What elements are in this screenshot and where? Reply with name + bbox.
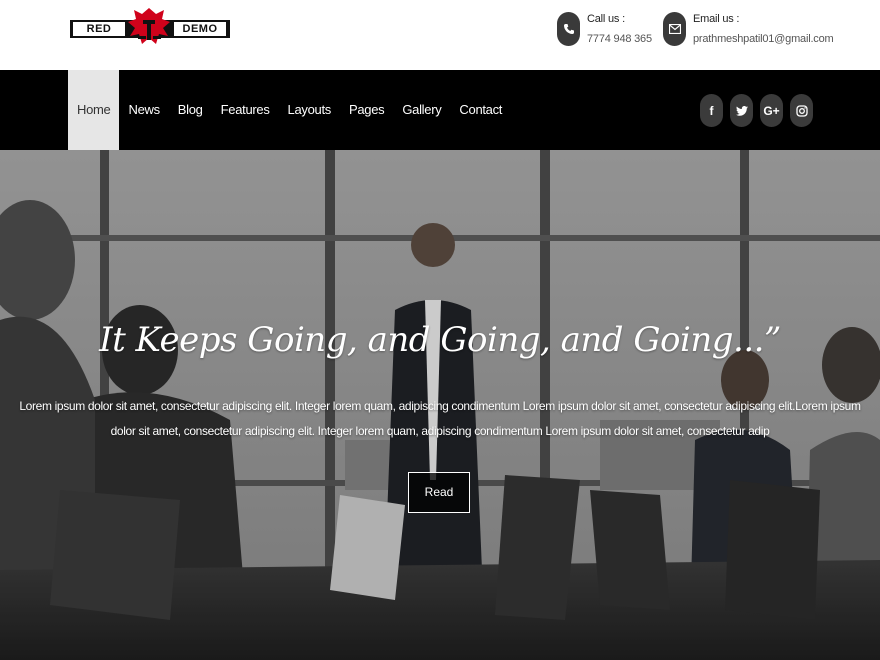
- read-button[interactable]: Read: [408, 472, 470, 513]
- hero-title: It Keeps Going, and Going, and Going...”: [99, 320, 781, 360]
- nav-item-pages[interactable]: Pages: [340, 70, 393, 150]
- email-us-block: Email us : prathmeshpatil01@gmail.com: [663, 12, 834, 46]
- top-header: RED DEMO Call us : 7774 948 365 Email us…: [0, 0, 880, 70]
- site-logo[interactable]: RED DEMO: [70, 6, 230, 52]
- nav-item-gallery[interactable]: Gallery: [393, 70, 450, 150]
- nav-item-news[interactable]: News: [119, 70, 168, 150]
- logo-word-right: DEMO: [174, 22, 226, 36]
- facebook-icon[interactable]: f: [700, 94, 723, 127]
- logo-word-left: RED: [73, 22, 125, 36]
- instagram-icon[interactable]: [790, 94, 813, 127]
- nav-item-contact[interactable]: Contact: [450, 70, 511, 150]
- hero-banner: It Keeps Going, and Going, and Going...”…: [0, 150, 880, 660]
- email-address[interactable]: prathmeshpatil01@gmail.com: [693, 32, 834, 46]
- main-nav: Home News Blog Features Layouts Pages Ga…: [68, 70, 511, 150]
- social-links: f G+: [700, 94, 813, 127]
- email-us-label: Email us :: [693, 13, 740, 25]
- nav-item-layouts[interactable]: Layouts: [279, 70, 340, 150]
- google-plus-icon[interactable]: G+: [760, 94, 783, 127]
- nav-item-blog[interactable]: Blog: [169, 70, 212, 150]
- envelope-icon: [663, 12, 686, 46]
- phone-icon: [557, 12, 580, 46]
- phone-number[interactable]: 7774 948 365: [587, 32, 652, 46]
- hero-body-text: Lorem ipsum dolor sit amet, consectetur …: [19, 399, 861, 438]
- nav-item-features[interactable]: Features: [212, 70, 279, 150]
- devil-crest-icon: [128, 8, 170, 44]
- call-us-block: Call us : 7774 948 365: [557, 12, 652, 46]
- twitter-icon[interactable]: [730, 94, 753, 127]
- nav-item-home[interactable]: Home: [68, 70, 120, 150]
- call-us-label: Call us :: [587, 13, 625, 25]
